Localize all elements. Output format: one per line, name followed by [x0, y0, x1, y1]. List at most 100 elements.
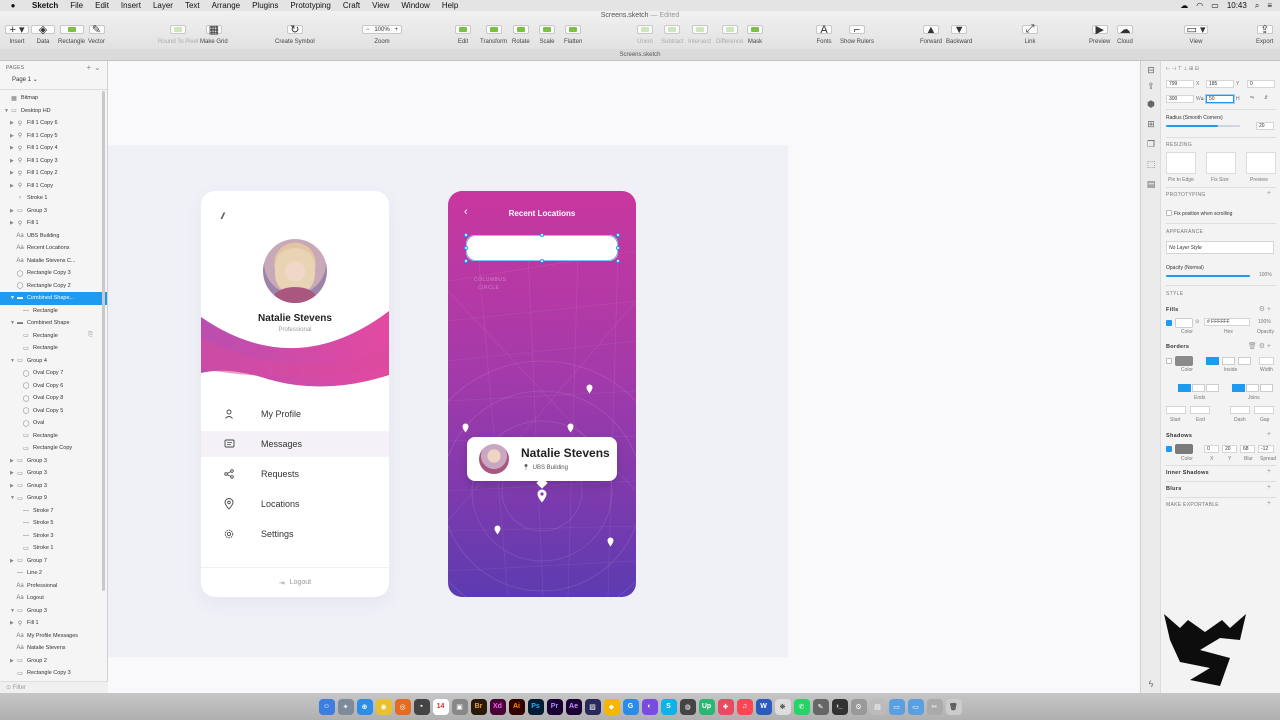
bridge-icon[interactable]: Br [470, 698, 487, 715]
symbol-icon[interactable]: ⬢ [1146, 99, 1156, 109]
add-prototyping-icon[interactable]: + [1267, 190, 1271, 197]
layer-row[interactable]: ◯ Rectangle Copy 3 [0, 267, 107, 280]
app-icon[interactable]: G [622, 698, 639, 715]
create-symbol-button[interactable]: ↻ Create Symbol [275, 24, 315, 45]
layer-row[interactable]: ▭ Rectangle ⎘ [0, 330, 107, 343]
difference-button[interactable]: Difference [716, 25, 743, 45]
launchpad-icon[interactable]: ✦ [337, 698, 354, 715]
add-export-icon[interactable]: + [1267, 500, 1271, 507]
wifi-icon[interactable]: ◠ [1196, 1, 1203, 10]
x-field[interactable]: 799 [1166, 80, 1194, 88]
preview-button[interactable]: ▶ Preview [1089, 24, 1110, 45]
menu-plugins[interactable]: Plugins [246, 1, 284, 10]
opacity-slider[interactable] [1166, 275, 1250, 277]
resize-handle[interactable] [616, 259, 620, 263]
layer-row[interactable]: ▼ ▭ Desktop HD [0, 105, 107, 118]
layer-row[interactable]: ‹ Stroke 1 [0, 192, 107, 205]
page-selector[interactable]: Page 1 ⌄ [0, 74, 107, 86]
y-field[interactable]: 185 [1206, 80, 1234, 88]
recent-locations-screen[interactable]: COLUMBUS CIRCLE ‹ Recent Locations Natal… [448, 191, 636, 597]
opacity-value[interactable]: 100% [1259, 272, 1272, 278]
fill-opacity[interactable]: 100% [1258, 319, 1271, 325]
layer-row[interactable]: ▼ ▭ Group 9 [0, 492, 107, 505]
resize-handle[interactable] [464, 259, 468, 263]
data-button[interactable]: ◈ Data [31, 24, 55, 45]
height-field[interactable]: 50 [1206, 95, 1234, 103]
map-pin-icon[interactable] [462, 423, 469, 433]
border-color-swatch[interactable] [1175, 356, 1193, 366]
add-blur-icon[interactable]: + [1267, 484, 1271, 491]
fix-position-checkbox[interactable] [1166, 210, 1172, 216]
border-position-center[interactable] [1206, 357, 1219, 365]
resize-handle[interactable] [540, 259, 544, 263]
layer-row[interactable]: ▼ ▭ Group 3 [0, 605, 107, 618]
layer-row[interactable]: ▼ ▭ Group 4 [0, 355, 107, 368]
photos-icon[interactable]: ▣ [451, 698, 468, 715]
fonts-button[interactable]: A Fonts [816, 24, 832, 45]
layer-row[interactable]: ◯ Oval Copy 8 [0, 392, 107, 405]
components-icon[interactable]: ❐ [1146, 139, 1156, 149]
firefox-icon[interactable]: ◎ [394, 698, 411, 715]
resize-handle[interactable] [464, 233, 468, 237]
cloud-button[interactable]: ☁ Cloud [1117, 24, 1133, 45]
dash-field[interactable] [1230, 406, 1250, 414]
join-bevel-button[interactable] [1260, 384, 1273, 392]
layer-row[interactable]: ▶ ⚲ Fill 1 Copy 6 [0, 117, 107, 130]
shadow-color-swatch[interactable] [1175, 444, 1193, 454]
link-button[interactable]: ⤢ Link [1022, 23, 1038, 45]
layer-row[interactable]: ◯ Oval [0, 417, 107, 430]
border-width-field[interactable] [1259, 357, 1274, 365]
layer-row[interactable]: Aa Natalie Stevens C... [0, 255, 107, 268]
layer-row[interactable]: ▭ Rectangle Copy [0, 442, 107, 455]
rectangle-button[interactable]: Rectangle [58, 25, 85, 45]
flip-vertical-icon[interactable]: ⇵ [1264, 95, 1268, 101]
skype-icon[interactable]: S [660, 698, 677, 715]
app-icon[interactable]: ✂ [926, 698, 943, 715]
layer-row[interactable]: ▭ Rectangle Copy 3 [0, 667, 107, 680]
calendar-icon[interactable]: 14 [432, 698, 449, 715]
trash-icon[interactable]: 🗑︎ [945, 698, 962, 715]
list-icon[interactable]: ≡ [1267, 1, 1272, 10]
add-fill-icon[interactable]: ⚙ + [1259, 305, 1271, 313]
menu-item-my-profile[interactable]: My Profile [201, 401, 389, 427]
align-left-icon[interactable]: ⊟ [1146, 65, 1156, 75]
layer-row[interactable]: ▼ ▬ Combined Shape... [0, 292, 107, 305]
width-field[interactable]: 300 [1166, 95, 1194, 103]
menu-item-requests[interactable]: Requests [201, 461, 389, 487]
layer-row[interactable]: ▶ ⚲ Fill 1 Copy [0, 180, 107, 193]
menu-craft[interactable]: Craft [337, 1, 366, 10]
layers-scrollbar[interactable] [102, 91, 105, 591]
add-inner-shadow-icon[interactable]: + [1267, 468, 1271, 475]
resize-handle[interactable] [464, 246, 468, 250]
end-arrow-field[interactable] [1190, 406, 1210, 414]
layer-row[interactable]: ▶ ▭ Group 3 [0, 480, 107, 493]
clock[interactable]: 10:43 [1227, 1, 1247, 10]
map-pin-icon[interactable] [586, 384, 593, 394]
system-preferences-icon[interactable]: ⚙ [850, 698, 867, 715]
app-icon[interactable]: ❋ [774, 698, 791, 715]
app-icon[interactable]: ▤ [869, 698, 886, 715]
lock-ratio-icon[interactable]: 🔒︎ [1201, 96, 1204, 102]
menu-sketch[interactable]: Sketch [26, 1, 64, 10]
layer-row[interactable]: — Stroke 5 [0, 517, 107, 530]
music-icon[interactable]: ♫ [736, 698, 753, 715]
menu-edit[interactable]: Edit [89, 1, 115, 10]
layer-row[interactable]: ▭ Rectangle [0, 342, 107, 355]
fill-hex-field[interactable]: # FFFFFF [1204, 318, 1250, 326]
frame-icon[interactable]: ⬚ [1146, 159, 1156, 169]
shadow-enabled-checkbox[interactable] [1166, 446, 1172, 452]
layout-icon[interactable]: ⊞ [1146, 119, 1156, 129]
resize-handle[interactable] [616, 246, 620, 250]
menu-toggle-icon[interactable]: /// [221, 211, 224, 221]
layer-row[interactable]: ◯ Oval Copy 6 [0, 380, 107, 393]
layer-row[interactable]: ◯ Oval Copy 7 [0, 367, 107, 380]
filter-input[interactable]: ⊙ Filter [0, 681, 108, 693]
radius-slider[interactable] [1166, 125, 1240, 127]
layer-row[interactable]: ▶ ▭ Group 3 [0, 467, 107, 480]
map-pin-icon[interactable] [494, 525, 501, 535]
app-icon[interactable]: ✎ [812, 698, 829, 715]
add-page-icon[interactable]: + ⌄ [87, 63, 102, 72]
layer-row[interactable]: ▶ ⚲ Fill 1 Copy 3 [0, 155, 107, 168]
shadow-y-field[interactable]: 20 [1222, 445, 1237, 453]
rotate-button[interactable]: Rotate [512, 25, 530, 45]
